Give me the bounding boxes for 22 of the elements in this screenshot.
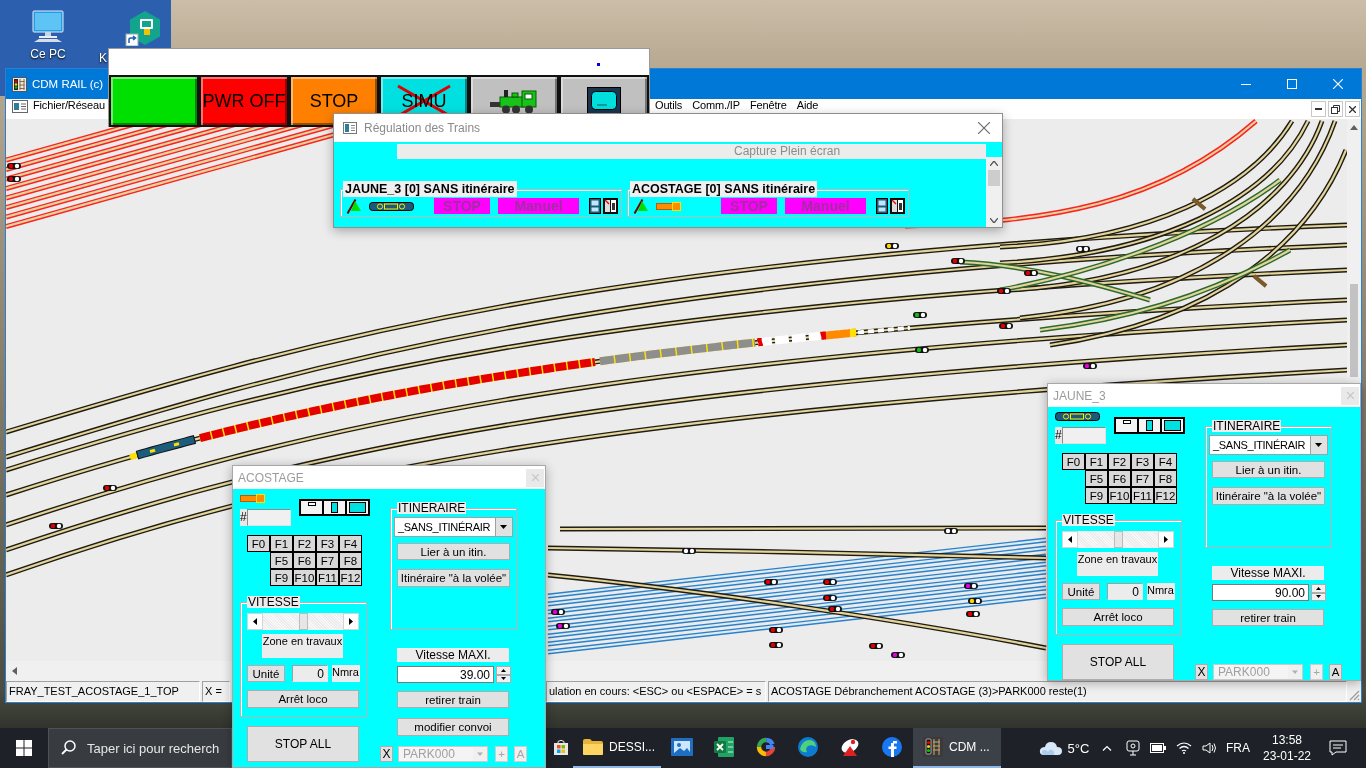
zone-label: Zone en travaux <box>262 634 343 658</box>
group-label: VITESSE <box>1062 514 1115 526</box>
status-field: ulation en cours: <ESC> ou <ESPACE> = s <box>546 681 766 702</box>
capture-banner: Capture Plein écran <box>397 144 986 159</box>
window-title: CDM RAIL (c) <box>32 78 104 90</box>
unit-label: Nmra <box>332 665 360 682</box>
number-label: # <box>1055 427 1062 444</box>
group-label: ITINERAIRE <box>1212 420 1282 432</box>
group-label: ITINERAIRE <box>397 502 467 514</box>
zone-label: Zone en travaux <box>1077 552 1158 576</box>
status-field: X = <box>202 681 230 702</box>
status-field: FRAY_TEST_ACOSTAGE_1_TOP <box>6 681 200 702</box>
train-title: ACOSTAGE [0] SANS itinéraire <box>630 181 818 197</box>
unit-label: Nmra <box>1147 583 1175 600</box>
max-speed-label: Vitesse MAXI. <box>397 648 509 662</box>
window-title: ACOSTAGE <box>238 470 304 485</box>
status-field: ACOSTAGE Débranchement ACOSTAGE (3)>PARK000 reste(1) <box>768 681 1347 702</box>
group-label: VITESSE <box>247 596 300 608</box>
number-label: # <box>240 509 247 526</box>
window-title: JAUNE_3 <box>1053 388 1106 403</box>
max-speed-label: Vitesse MAXI. <box>1212 566 1324 580</box>
train-title: JAUNE_3 [0] SANS itinéraire <box>343 181 517 197</box>
